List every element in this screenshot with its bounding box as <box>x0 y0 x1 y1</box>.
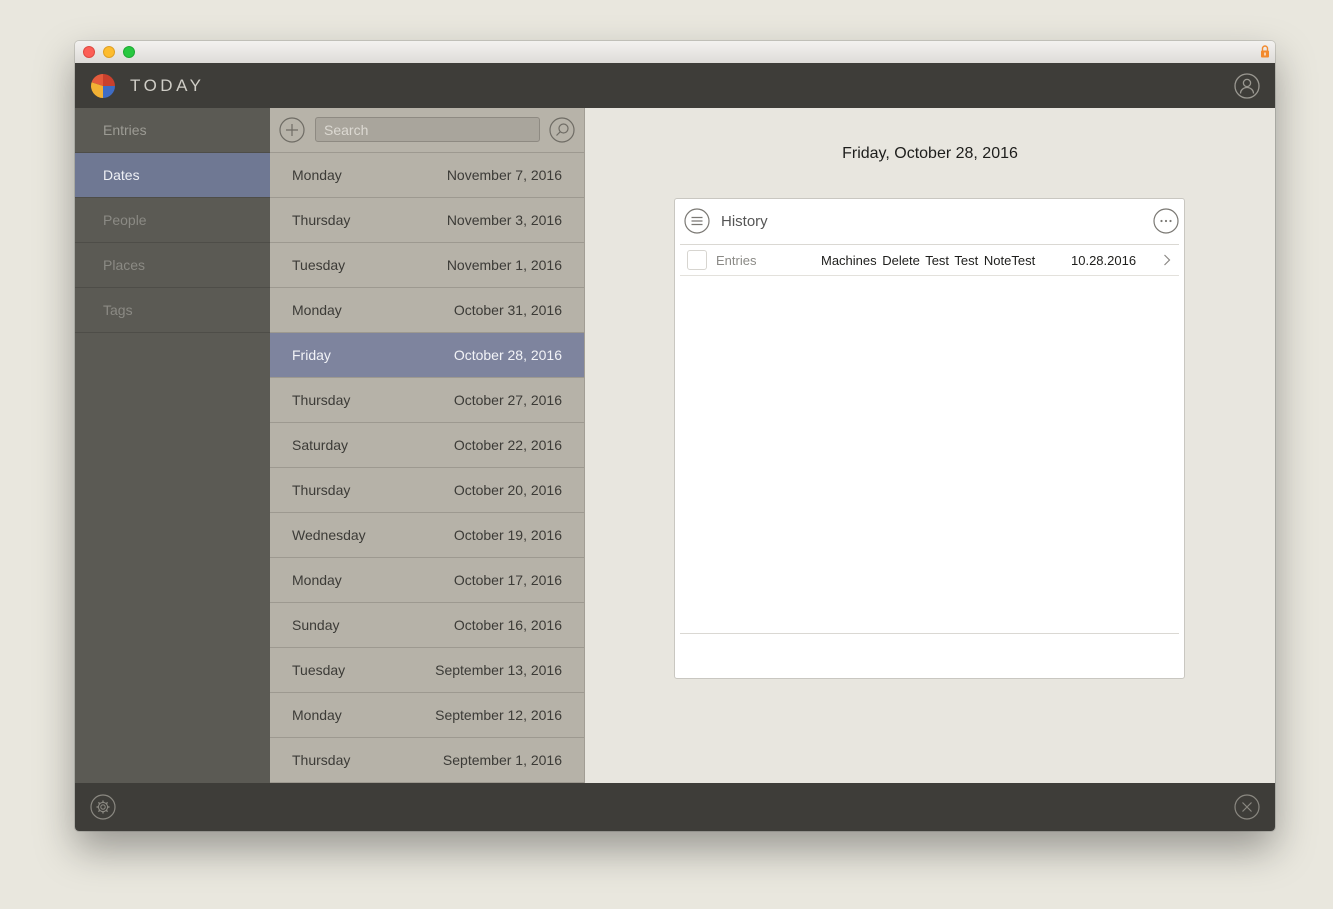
date-row-date: September 1, 2016 <box>442 752 562 768</box>
date-row[interactable]: Monday November 7, 2016 <box>270 153 584 198</box>
date-row-day: Thursday <box>292 482 351 498</box>
list-item[interactable]: Entries Machines Delete Test Test NoteTe… <box>680 245 1179 276</box>
window-zoom-button[interactable] <box>123 46 135 58</box>
page-title: Friday, October 28, 2016 <box>842 145 1018 162</box>
date-row-date: September 13, 2016 <box>435 662 562 678</box>
date-row-day: Monday <box>292 572 342 588</box>
date-row-day: Friday <box>292 347 331 363</box>
entry-checkbox[interactable] <box>687 250 707 270</box>
sidebar-item-entries[interactable]: Entries <box>75 108 270 153</box>
date-row-date: October 19, 2016 <box>453 527 562 543</box>
date-row-day: Monday <box>292 707 342 723</box>
sidebar-item-dates[interactable]: Dates <box>75 153 270 198</box>
sidebar-item-label: People <box>103 212 147 228</box>
date-row-day: Wednesday <box>292 527 366 543</box>
date-row-date: October 16, 2016 <box>453 617 562 633</box>
entry-title: Machines Delete Test Test NoteTest <box>821 253 1036 268</box>
date-row-day: Monday <box>292 167 342 183</box>
date-row[interactable]: Thursday October 20, 2016 <box>270 468 584 513</box>
date-row[interactable]: Thursday October 27, 2016 <box>270 378 584 423</box>
date-row-day: Saturday <box>292 437 349 453</box>
date-row-date: October 17, 2016 <box>453 572 562 588</box>
card-footer <box>680 633 1179 678</box>
window-titlebar[interactable] <box>75 41 1275 64</box>
sidebar-item-tags[interactable]: Tags <box>75 288 270 333</box>
date-row-day: Tuesday <box>292 662 346 678</box>
date-row[interactable]: Tuesday November 1, 2016 <box>270 243 584 288</box>
date-row-date: November 3, 2016 <box>446 212 562 228</box>
sidebar: Entries Dates People Places Tags <box>75 108 270 783</box>
list-toolbar <box>270 108 584 153</box>
sidebar-item-people[interactable]: People <box>75 198 270 243</box>
detail-pane: Friday, October 28, 2016 History Entries <box>585 108 1275 783</box>
date-row[interactable]: Sunday October 16, 2016 <box>270 603 584 648</box>
window-minimize-button[interactable] <box>103 46 115 58</box>
date-row-date: September 12, 2016 <box>435 707 562 723</box>
entry-date: 10.28.2016 <box>1071 253 1137 268</box>
today-logo-icon <box>91 74 115 98</box>
sidebar-item-places[interactable]: Places <box>75 243 270 288</box>
search-icon[interactable] <box>549 117 575 143</box>
window-close-button[interactable] <box>83 46 95 58</box>
date-row[interactable]: Tuesday September 13, 2016 <box>270 648 584 693</box>
dates-list-pane: Monday November 7, 2016 Thursday November … <box>270 108 585 783</box>
close-icon[interactable] <box>1234 794 1260 820</box>
app-header: TODAY <box>75 63 1275 108</box>
date-row-date: October 27, 2016 <box>453 392 562 408</box>
ellipsis-icon[interactable] <box>1153 208 1179 234</box>
date-row-day: Tuesday <box>292 257 346 273</box>
date-row-date: November 1, 2016 <box>446 257 562 273</box>
list-icon[interactable] <box>684 208 710 234</box>
date-row[interactable]: Wednesday October 19, 2016 <box>270 513 584 558</box>
app-window: TODAY Entries Dates People Places Tags S… <box>75 41 1275 831</box>
date-row[interactable]: Monday September 12, 2016 <box>270 693 584 738</box>
date-row[interactable]: Monday October 31, 2016 <box>270 288 584 333</box>
date-row-day: Thursday <box>292 212 351 228</box>
app-footer <box>75 783 1275 831</box>
chevron-right-icon[interactable] <box>1163 254 1171 266</box>
entry-type: Entries <box>716 253 757 268</box>
card-header: History <box>680 199 1179 245</box>
date-row[interactable]: Thursday November 3, 2016 <box>270 198 584 243</box>
date-row-selected[interactable]: Friday October 28, 2016 <box>270 333 584 378</box>
sidebar-item-label: Entries <box>103 122 147 138</box>
date-row-date: October 20, 2016 <box>453 482 562 498</box>
sidebar-item-label: Dates <box>103 167 140 183</box>
user-icon[interactable] <box>1234 73 1260 99</box>
date-row-date: October 22, 2016 <box>453 437 562 453</box>
date-row[interactable]: Monday October 17, 2016 <box>270 558 584 603</box>
app-title: TODAY <box>130 76 205 95</box>
date-row[interactable]: Saturday October 22, 2016 <box>270 423 584 468</box>
date-row-date: October 31, 2016 <box>453 302 562 318</box>
gear-icon[interactable] <box>90 794 116 820</box>
date-row-date: November 7, 2016 <box>446 167 562 183</box>
sidebar-item-label: Tags <box>103 302 133 318</box>
search-input[interactable] <box>315 117 540 142</box>
history-card: History Entries Machines Delete Test Tes… <box>674 198 1185 679</box>
plus-icon[interactable] <box>279 117 305 143</box>
date-row-day: Monday <box>292 302 342 318</box>
date-row-day: Sunday <box>292 617 340 633</box>
date-row-day: Thursday <box>292 752 351 768</box>
date-list: Monday November 7, 2016 Thursday November … <box>270 153 584 783</box>
date-row[interactable]: Thursday September 1, 2016 <box>270 738 584 783</box>
card-title: History <box>721 213 768 230</box>
sidebar-item-label: Places <box>103 257 146 273</box>
date-row-date: October 28, 2016 <box>453 347 562 363</box>
date-row-day: Thursday <box>292 392 351 408</box>
lock-icon <box>1261 45 1269 58</box>
